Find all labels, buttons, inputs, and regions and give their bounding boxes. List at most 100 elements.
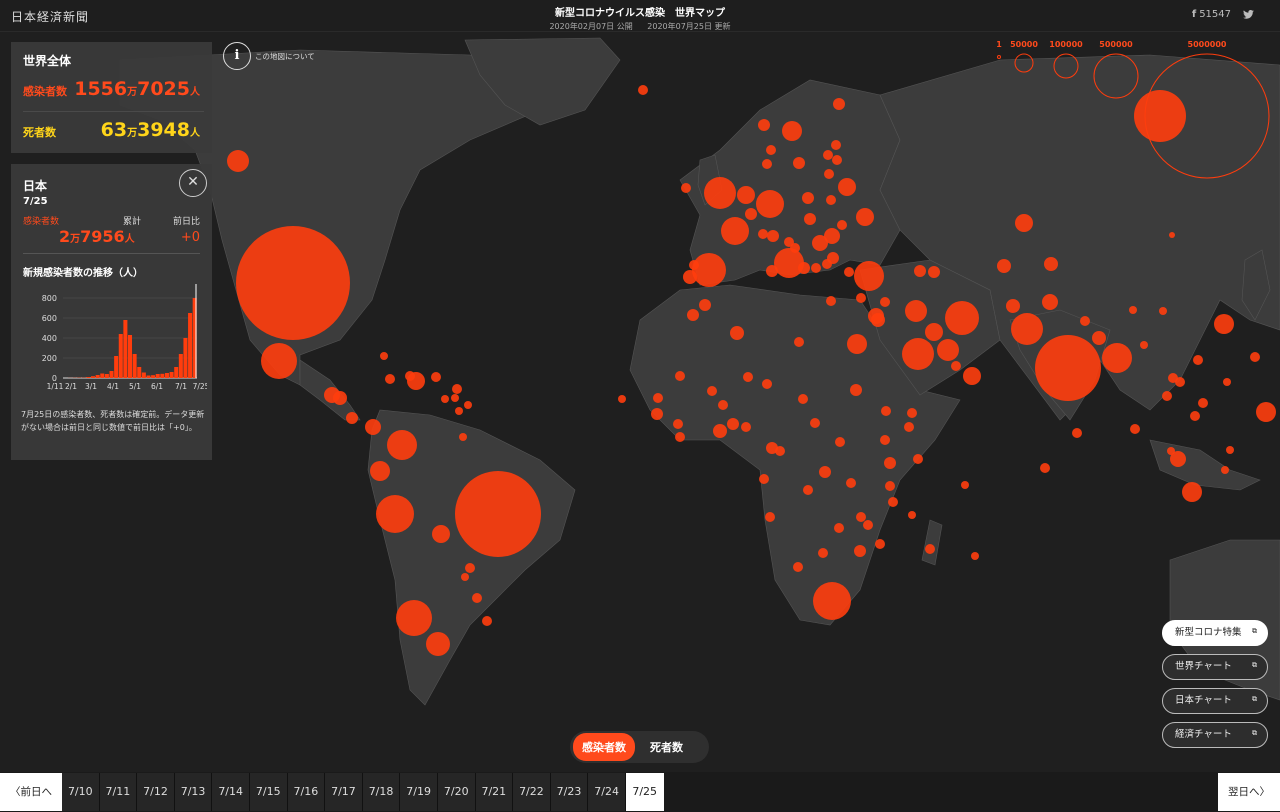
date-button[interactable]: 7/13 bbox=[174, 773, 213, 811]
case-bubble[interactable] bbox=[638, 85, 648, 95]
case-bubble[interactable] bbox=[721, 217, 749, 245]
case-bubble[interactable] bbox=[261, 343, 297, 379]
case-bubble[interactable] bbox=[455, 471, 541, 557]
case-bubble[interactable] bbox=[1129, 306, 1137, 314]
date-button[interactable]: 7/22 bbox=[513, 773, 551, 811]
case-bubble[interactable] bbox=[1169, 232, 1175, 238]
case-bubble[interactable] bbox=[405, 371, 415, 381]
case-bubble[interactable] bbox=[856, 293, 866, 303]
case-bubble[interactable] bbox=[826, 296, 836, 306]
case-bubble[interactable] bbox=[1256, 402, 1276, 422]
case-bubble[interactable] bbox=[385, 374, 395, 384]
case-bubble[interactable] bbox=[741, 422, 751, 432]
case-bubble[interactable] bbox=[1167, 447, 1175, 455]
case-bubble[interactable] bbox=[856, 512, 866, 522]
case-bubble[interactable] bbox=[905, 300, 927, 322]
case-bubble[interactable] bbox=[774, 248, 804, 278]
case-bubble[interactable] bbox=[810, 418, 820, 428]
case-bubble[interactable] bbox=[951, 361, 961, 371]
date-button[interactable]: 7/21 bbox=[475, 773, 514, 811]
case-bubble[interactable] bbox=[227, 150, 249, 172]
case-bubble[interactable] bbox=[863, 520, 873, 530]
case-bubble[interactable] bbox=[451, 394, 459, 402]
case-bubble[interactable] bbox=[1140, 341, 1148, 349]
case-bubble[interactable] bbox=[707, 386, 717, 396]
case-bubble[interactable] bbox=[827, 252, 839, 264]
case-bubble[interactable] bbox=[1193, 355, 1203, 365]
case-bubble[interactable] bbox=[928, 266, 940, 278]
case-bubble[interactable] bbox=[745, 208, 757, 220]
case-bubble[interactable] bbox=[854, 261, 884, 291]
case-bubble[interactable] bbox=[432, 525, 450, 543]
case-bubble[interactable] bbox=[794, 337, 804, 347]
case-bubble[interactable] bbox=[387, 430, 417, 460]
case-bubble[interactable] bbox=[766, 265, 778, 277]
case-bubble[interactable] bbox=[925, 323, 943, 341]
case-bubble[interactable] bbox=[875, 539, 885, 549]
case-bubble[interactable] bbox=[1042, 294, 1058, 310]
case-bubble[interactable] bbox=[1130, 424, 1140, 434]
case-bubble[interactable] bbox=[1072, 428, 1082, 438]
case-bubble[interactable] bbox=[832, 155, 842, 165]
case-bubble[interactable] bbox=[1198, 398, 1208, 408]
case-bubble[interactable] bbox=[937, 339, 959, 361]
case-bubble[interactable] bbox=[766, 145, 776, 155]
case-bubble[interactable] bbox=[651, 408, 663, 420]
case-bubble[interactable] bbox=[426, 632, 450, 656]
prev-day-button[interactable]: 〈前日へ bbox=[0, 773, 62, 811]
case-bubble[interactable] bbox=[775, 446, 785, 456]
japan-chart-button[interactable]: 日本チャート ⧉ bbox=[1162, 688, 1268, 714]
case-bubble[interactable] bbox=[854, 545, 866, 557]
case-bubble[interactable] bbox=[798, 262, 810, 274]
case-bubble[interactable] bbox=[793, 157, 805, 169]
date-button[interactable]: 7/16 bbox=[287, 773, 326, 811]
case-bubble[interactable] bbox=[681, 183, 691, 193]
date-button[interactable]: 7/17 bbox=[325, 773, 363, 811]
case-bubble[interactable] bbox=[802, 192, 814, 204]
case-bubble[interactable] bbox=[880, 297, 890, 307]
case-bubble[interactable] bbox=[850, 384, 862, 396]
date-button[interactable]: 7/12 bbox=[137, 773, 175, 811]
case-bubble[interactable] bbox=[459, 433, 467, 441]
case-bubble[interactable] bbox=[689, 260, 699, 270]
facebook-share[interactable]: f 51547 bbox=[1192, 9, 1231, 20]
case-bubble[interactable] bbox=[846, 478, 856, 488]
case-bubble[interactable] bbox=[834, 523, 844, 533]
economy-chart-button[interactable]: 経済チャート ⧉ bbox=[1162, 722, 1268, 748]
case-bubble[interactable] bbox=[1040, 463, 1050, 473]
case-bubble[interactable] bbox=[1221, 466, 1229, 474]
case-bubble[interactable] bbox=[811, 263, 821, 273]
case-bubble[interactable] bbox=[813, 582, 851, 620]
case-bubble[interactable] bbox=[618, 395, 626, 403]
case-bubble[interactable] bbox=[452, 384, 462, 394]
case-bubble[interactable] bbox=[885, 481, 895, 491]
case-bubble[interactable] bbox=[925, 544, 935, 554]
case-bubble[interactable] bbox=[1044, 257, 1058, 271]
map-info-button[interactable]: i この地図について bbox=[223, 42, 315, 70]
case-bubble[interactable] bbox=[758, 229, 768, 239]
case-bubble[interactable] bbox=[1175, 377, 1185, 387]
close-button[interactable]: ✕ bbox=[179, 169, 207, 197]
case-bubble[interactable] bbox=[881, 406, 891, 416]
case-bubble[interactable] bbox=[762, 379, 772, 389]
case-bubble[interactable] bbox=[798, 394, 808, 404]
case-bubble[interactable] bbox=[370, 461, 390, 481]
case-bubble[interactable] bbox=[963, 367, 981, 385]
case-bubble[interactable] bbox=[472, 593, 482, 603]
case-bubble[interactable] bbox=[1226, 446, 1234, 454]
date-button[interactable]: 7/19 bbox=[400, 773, 438, 811]
case-bubble[interactable] bbox=[826, 195, 836, 205]
case-bubble[interactable] bbox=[1182, 482, 1202, 502]
case-bubble[interactable] bbox=[465, 563, 475, 573]
case-bubble[interactable] bbox=[743, 372, 753, 382]
case-bubble[interactable] bbox=[236, 226, 350, 340]
case-bubble[interactable] bbox=[844, 267, 854, 277]
corona-special-button[interactable]: 新型コロナ特集 ⧉ bbox=[1162, 620, 1268, 646]
world-chart-button[interactable]: 世界チャート ⧉ bbox=[1162, 654, 1268, 680]
date-button[interactable]: 7/24 bbox=[588, 773, 626, 811]
case-bubble[interactable] bbox=[1015, 214, 1033, 232]
case-bubble[interactable] bbox=[1080, 316, 1090, 326]
case-bubble[interactable] bbox=[762, 159, 772, 169]
case-bubble[interactable] bbox=[673, 419, 683, 429]
case-bubble[interactable] bbox=[914, 265, 926, 277]
